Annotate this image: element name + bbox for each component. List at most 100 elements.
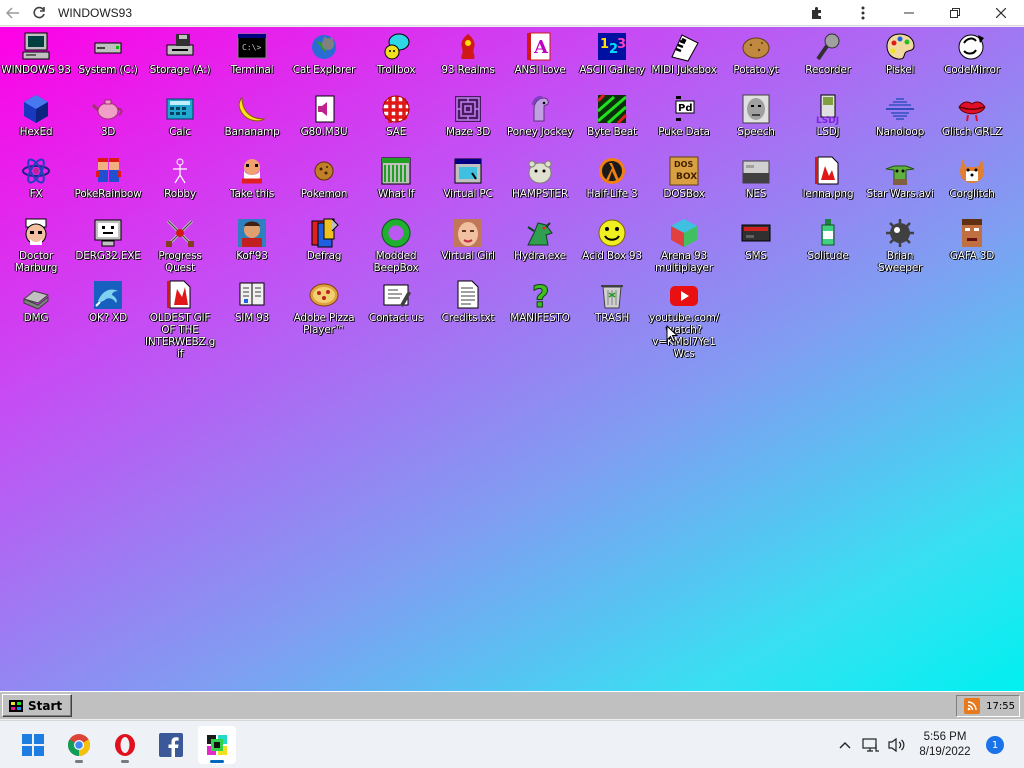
desktop-icon[interactable]: CodeMirror (936, 31, 1008, 93)
desktop-icon[interactable]: Pokemon (288, 155, 360, 217)
desktop-icon[interactable]: OLDEST GIF OF THE INTERWEBZ.gif (144, 279, 216, 360)
start-button[interactable]: Start (2, 694, 72, 717)
taskbar-windows93[interactable] (198, 726, 236, 764)
desktop-icon[interactable]: Storage (A:) (144, 31, 216, 93)
desktop-icon-label: Defrag (306, 250, 342, 262)
desktop-icon[interactable]: ? MANIFESTO (504, 279, 576, 341)
desktop-icon[interactable]: Modded BeepBox (360, 217, 432, 279)
desktop-icon[interactable]: NES (720, 155, 792, 217)
desktop-icon[interactable]: PokeRainbow (72, 155, 144, 217)
desktop-icon[interactable]: Nanoloop (864, 93, 936, 155)
desktop-icon[interactable]: Contact us (360, 279, 432, 341)
desktop-icon[interactable]: OK? XD (72, 279, 144, 341)
desktop-icon[interactable]: Hydra.exe (504, 217, 576, 279)
desktop-icon[interactable]: SIM 93 (216, 279, 288, 341)
desktop-icon[interactable]: Virtual Girl (432, 217, 504, 279)
desktop-icon[interactable]: MIDI Jukebox (648, 31, 720, 93)
desktop-icon[interactable]: FX (0, 155, 72, 217)
desktop-icon[interactable]: SAE (360, 93, 432, 155)
desktop-icon-label: Star Wars.avi (866, 188, 934, 200)
desktop-icon[interactable]: Defrag (288, 217, 360, 279)
desktop-icon[interactable]: Trollbox (360, 31, 432, 93)
desktop-icon[interactable]: LSDJ LSDJ (792, 93, 864, 155)
desktop-icon[interactable]: Adobe Pizza Player™ (288, 279, 360, 341)
close-button[interactable] (978, 0, 1024, 26)
desktop-icon[interactable]: Piskel (864, 31, 936, 93)
desktop-icon[interactable]: Bananamp (216, 93, 288, 155)
window-pc-icon (451, 155, 485, 187)
desktop-icon[interactable]: HAMPSTER (504, 155, 576, 217)
back-button[interactable] (0, 0, 26, 26)
desktop-icon-label: Arena 93 multiplayer (655, 250, 713, 274)
rss-icon[interactable] (964, 698, 981, 714)
desktop-icon[interactable]: Progress Quest (144, 217, 216, 279)
volume-button[interactable] (884, 730, 910, 760)
desktop-icon[interactable]: G80.M3U (288, 93, 360, 155)
minimize-button[interactable] (886, 0, 932, 26)
desktop-icon-label: GAFA 3D (949, 250, 995, 262)
desktop-icon[interactable]: 3D (72, 93, 144, 155)
desktop-icon[interactable]: DERG32.EXE (72, 217, 144, 279)
desktop-icon[interactable]: Solitude (792, 217, 864, 279)
desktop-icon[interactable]: Arena 93 multiplayer (648, 217, 720, 279)
desktop-icon[interactable]: lenna.png (792, 155, 864, 217)
restore-button[interactable] (932, 0, 978, 26)
desktop-icon[interactable]: Maze 3D (432, 93, 504, 155)
desktop-icon[interactable]: Half-Life 3 (576, 155, 648, 217)
desktop-icon[interactable]: System (C:) (72, 31, 144, 93)
desktop-icon[interactable]: Cat Explorer (288, 31, 360, 93)
desktop-icon-label: Trollbox (376, 64, 416, 76)
desktop-icon[interactable]: What If (360, 155, 432, 217)
desktop-icon[interactable]: Brian Sweeper (864, 217, 936, 279)
desktop-icon[interactable]: 1 2 3 ASCII Gallery (576, 31, 648, 93)
desktop-icon[interactable]: Star Wars.avi (864, 155, 936, 217)
desktop-icon[interactable]: Glitch GRLZ (936, 93, 1008, 155)
banana-icon (235, 93, 269, 125)
taskbar-facebook[interactable] (152, 726, 190, 764)
desktop-icon[interactable]: Credits.txt (432, 279, 504, 341)
taskbar-chrome[interactable] (60, 726, 98, 764)
desktop-icon-label: HexEd (19, 126, 53, 138)
desktop-icon[interactable]: Robby (144, 155, 216, 217)
desktop-icon[interactable]: Calc (144, 93, 216, 155)
desktop-icon[interactable]: 93 Realms (432, 31, 504, 93)
desktop-icon[interactable]: TRASH (576, 279, 648, 341)
desktop-icon-label: Recorder (805, 64, 851, 76)
desktop-icon[interactable]: Potato.yt (720, 31, 792, 93)
desktop-icon[interactable]: Take this (216, 155, 288, 217)
clock-button[interactable]: 5:56 PM 8/19/2022 (910, 730, 980, 760)
desktop-icon[interactable]: C:\> Terminal (216, 31, 288, 93)
desktop-icon[interactable]: WINDOWS 93 (0, 31, 72, 93)
desktop-icon[interactable]: HexEd (0, 93, 72, 155)
smiley-icon (595, 217, 629, 249)
desktop-icon[interactable]: Corglitch (936, 155, 1008, 217)
desktop-icon[interactable]: Acid Box 93 (576, 217, 648, 279)
network-button[interactable] (858, 730, 884, 760)
desktop-icon[interactable]: Virtual PC (432, 155, 504, 217)
desktop-icon-label: Solitude (807, 250, 849, 262)
extensions-button[interactable] (794, 0, 840, 26)
gif-file-icon (163, 279, 197, 311)
desktop-icon[interactable]: Doctor Marburg (0, 217, 72, 279)
desktop-icon[interactable]: Pd Puke Data (648, 93, 720, 155)
windows-start-button[interactable] (14, 726, 52, 764)
piano-icon (667, 31, 701, 63)
desktop-icon[interactable]: A ANSI Love (504, 31, 576, 93)
desktop-icon[interactable]: Speech (720, 93, 792, 155)
desktop-icon[interactable]: Byte Beat (576, 93, 648, 155)
palette-icon (883, 31, 917, 63)
desktop-icon[interactable]: Recorder (792, 31, 864, 93)
desktop-icon[interactable]: DMG (0, 279, 72, 341)
show-hidden-icons-button[interactable] (832, 730, 858, 760)
reload-button[interactable] (26, 0, 52, 26)
desktop-icon[interactable]: SMS (720, 217, 792, 279)
desktop-icon[interactable]: Poney Jockey (504, 93, 576, 155)
desktop-icon[interactable]: DOS BOX DOSBox (648, 155, 720, 217)
desktop-icon[interactable]: GAFA 3D (936, 217, 1008, 279)
menu-button[interactable] (840, 0, 886, 26)
notification-badge[interactable]: 1 (986, 736, 1004, 754)
chevron-up-icon (839, 742, 851, 749)
taskbar-opera[interactable] (106, 726, 144, 764)
desktop-icon[interactable]: youtube.com/watch?v=KMbl7Ye1Wcs (648, 279, 720, 360)
desktop-icon[interactable]: Kof'93 (216, 217, 288, 279)
